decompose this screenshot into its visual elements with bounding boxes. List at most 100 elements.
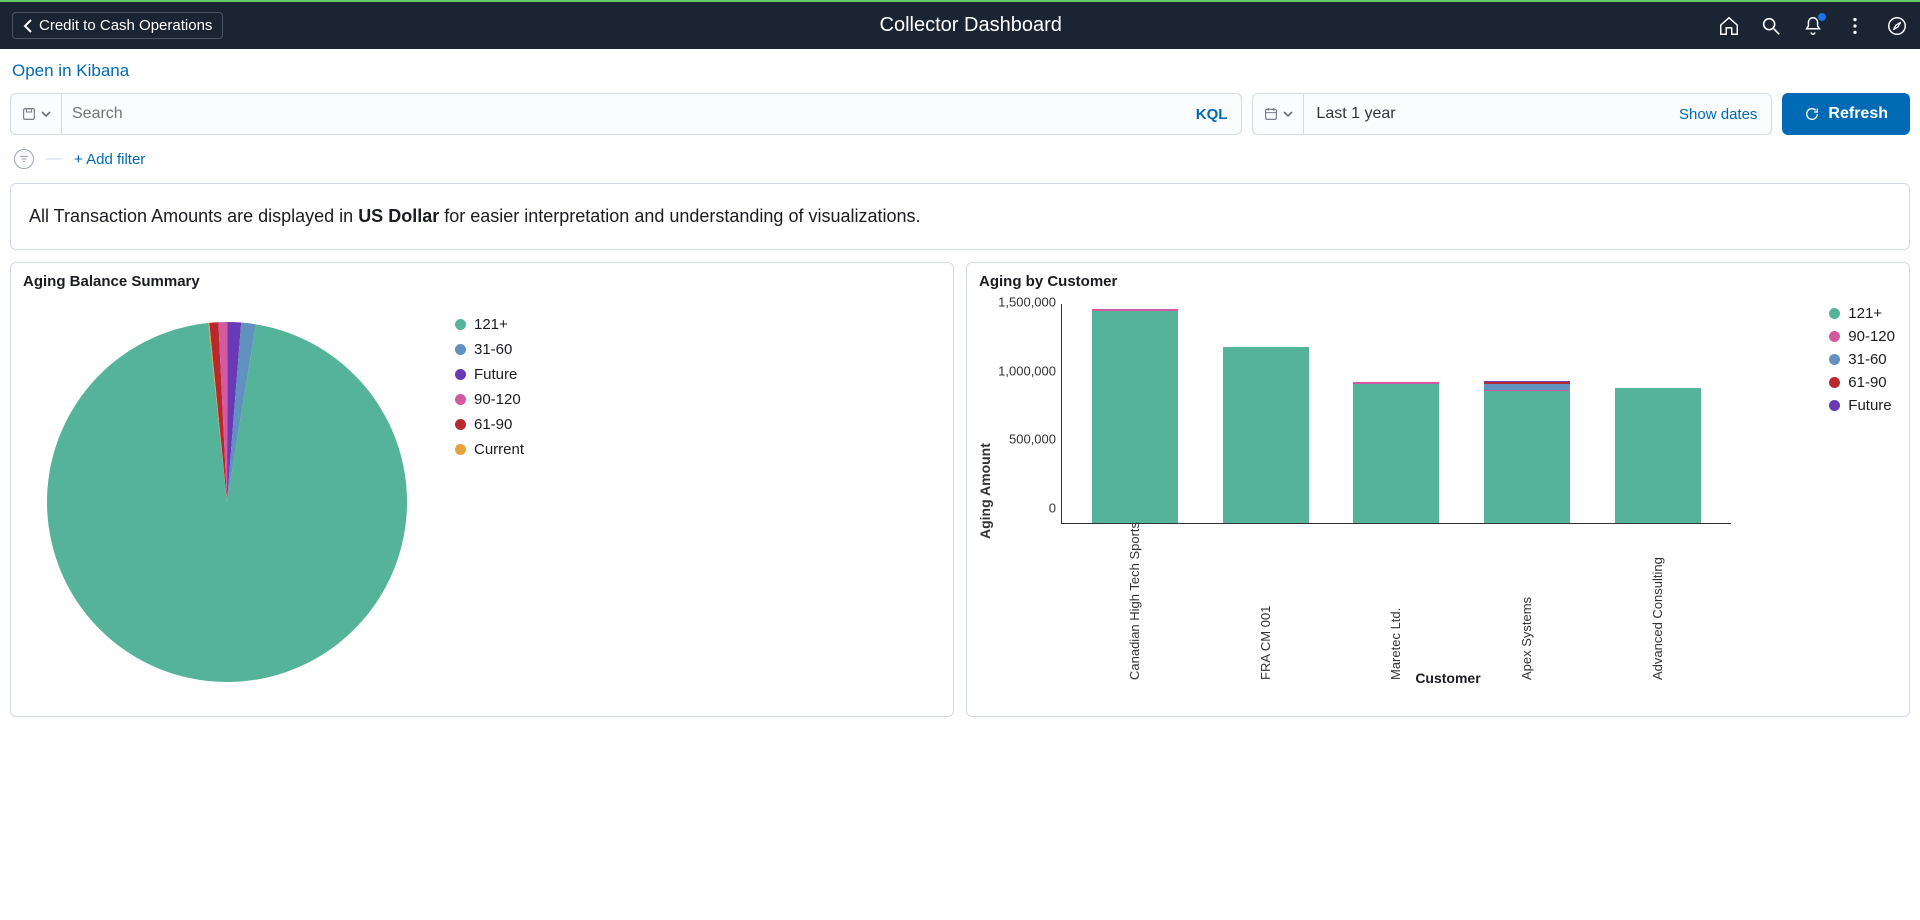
bar-panel: Aging by Customer Aging Amount 121+ 90-12… (966, 262, 1910, 717)
xtick-label: FRA CM 001 (1222, 530, 1308, 680)
info-bold: US Dollar (358, 206, 439, 226)
ytick-label: 1,000,000 (998, 363, 1056, 378)
bar-segment-121+ (1484, 391, 1570, 523)
pie-panel-title: Aging Balance Summary (11, 273, 953, 296)
search-wrap: KQL (10, 93, 1242, 135)
legend-swatch (455, 344, 466, 355)
legend-label: 31-60 (474, 341, 512, 358)
refresh-label: Refresh (1828, 105, 1888, 123)
legend-swatch (1829, 400, 1840, 411)
pie-panel: Aging Balance Summary 121+ 31-60 Future 90-… (10, 262, 954, 717)
bar-panel-title: Aging by Customer (967, 273, 1909, 296)
legend-item[interactable]: 121+ (1829, 302, 1895, 325)
kql-toggle[interactable]: KQL (1182, 94, 1242, 134)
legend-label: 31-60 (1848, 351, 1886, 368)
filter-options-icon[interactable] (14, 149, 34, 169)
bar-segment-121+ (1092, 311, 1178, 523)
bar-column[interactable] (1484, 381, 1570, 523)
ytick-label: 0 (998, 501, 1056, 516)
legend-label: Current (474, 441, 524, 458)
refresh-icon (1804, 106, 1820, 122)
legend-swatch (455, 419, 466, 430)
pie-legend: 121+ 31-60 Future 90-120 61-90 Current (427, 302, 524, 702)
home-icon[interactable] (1718, 15, 1740, 37)
back-button[interactable]: Credit to Cash Operations (12, 12, 223, 39)
back-label: Credit to Cash Operations (39, 17, 212, 34)
legend-label: 121+ (474, 316, 508, 333)
bar-column[interactable] (1092, 309, 1178, 524)
legend-item[interactable]: 90-120 (455, 387, 524, 412)
disk-icon (21, 106, 37, 122)
legend-item[interactable]: 61-90 (1829, 371, 1895, 394)
xtick-label: Maretec Ltd. (1353, 530, 1439, 680)
info-prefix: All Transaction Amounts are displayed in (29, 206, 358, 226)
bar-legend: 121+ 90-120 31-60 61-90 Future (1829, 302, 1895, 417)
info-suffix: for easier interpretation and understand… (439, 206, 920, 226)
legend-label: 121+ (1848, 305, 1882, 322)
legend-swatch (1829, 377, 1840, 388)
legend-swatch (455, 319, 466, 330)
filter-divider: — (46, 150, 62, 168)
content-scroll[interactable]: KQL Last 1 year Show dates Refresh — + A… (0, 85, 1920, 920)
chevron-down-icon (41, 109, 51, 119)
saved-query-button[interactable] (11, 94, 62, 134)
bell-icon[interactable] (1802, 15, 1824, 37)
legend-item[interactable]: 31-60 (1829, 348, 1895, 371)
legend-item[interactable]: Future (1829, 394, 1895, 417)
legend-label: 90-120 (1848, 328, 1895, 345)
bar-column[interactable] (1223, 347, 1309, 523)
top-bar: Credit to Cash Operations Collector Dash… (0, 0, 1920, 49)
topbar-icons (1718, 15, 1908, 37)
legend-swatch (1829, 354, 1840, 365)
legend-label: Future (474, 366, 517, 383)
legend-label: Future (1848, 397, 1891, 414)
bar-chart: 121+ 90-120 31-60 61-90 Future 0 500,000 1,000… (995, 296, 1901, 686)
ytick-label: 1,500,000 (998, 294, 1056, 309)
legend-label: 61-90 (474, 416, 512, 433)
query-toolbar: KQL Last 1 year Show dates Refresh (10, 93, 1910, 135)
legend-swatch (1829, 308, 1840, 319)
ytick-label: 500,000 (998, 432, 1056, 447)
chevron-down-icon (1283, 109, 1293, 119)
kebab-menu-icon[interactable] (1844, 15, 1866, 37)
refresh-button[interactable]: Refresh (1782, 93, 1910, 135)
date-range-picker[interactable]: Last 1 year Show dates (1252, 93, 1772, 135)
legend-item[interactable]: Future (455, 362, 524, 387)
legend-item[interactable]: 31-60 (455, 337, 524, 362)
info-panel: All Transaction Amounts are displayed in… (10, 183, 1910, 250)
legend-swatch (455, 444, 466, 455)
add-filter-link[interactable]: + Add filter (74, 151, 145, 168)
calendar-button[interactable] (1253, 94, 1304, 134)
search-icon[interactable] (1760, 15, 1782, 37)
bar-column[interactable] (1615, 388, 1701, 523)
legend-item[interactable]: 90-120 (1829, 325, 1895, 348)
xtick-label: Canadian High Tech Sports (1091, 530, 1177, 680)
page-title: Collector Dashboard (223, 14, 1718, 37)
bar-ylabel: Aging Amount (975, 296, 995, 686)
bar-segment-121+ (1223, 347, 1309, 523)
open-in-kibana-link[interactable]: Open in Kibana (0, 49, 1920, 85)
xtick-label: Advanced Consulting (1615, 530, 1701, 680)
date-range-text: Last 1 year (1304, 94, 1665, 134)
pie-chart (27, 302, 427, 702)
compass-icon[interactable] (1886, 15, 1908, 37)
legend-swatch (1829, 331, 1840, 342)
chevron-left-icon (23, 19, 33, 33)
legend-swatch (455, 394, 466, 405)
legend-item[interactable]: 121+ (455, 312, 524, 337)
calendar-icon (1263, 106, 1279, 122)
xtick-label: Apex Systems (1484, 530, 1570, 680)
legend-item[interactable]: 61-90 (455, 412, 524, 437)
legend-label: 90-120 (474, 391, 521, 408)
legend-label: 61-90 (1848, 374, 1886, 391)
search-input[interactable] (62, 94, 1182, 134)
bar-column[interactable] (1353, 382, 1439, 523)
charts-row: Aging Balance Summary 121+ 31-60 Future 90-… (10, 262, 1910, 717)
filter-row: — + Add filter (10, 143, 1910, 183)
show-dates-link[interactable]: Show dates (1665, 94, 1771, 134)
legend-item[interactable]: Current (455, 437, 524, 462)
bar-segment-121+ (1615, 388, 1701, 523)
notification-dot (1818, 13, 1826, 21)
bar-segment-121+ (1353, 384, 1439, 523)
legend-swatch (455, 369, 466, 380)
